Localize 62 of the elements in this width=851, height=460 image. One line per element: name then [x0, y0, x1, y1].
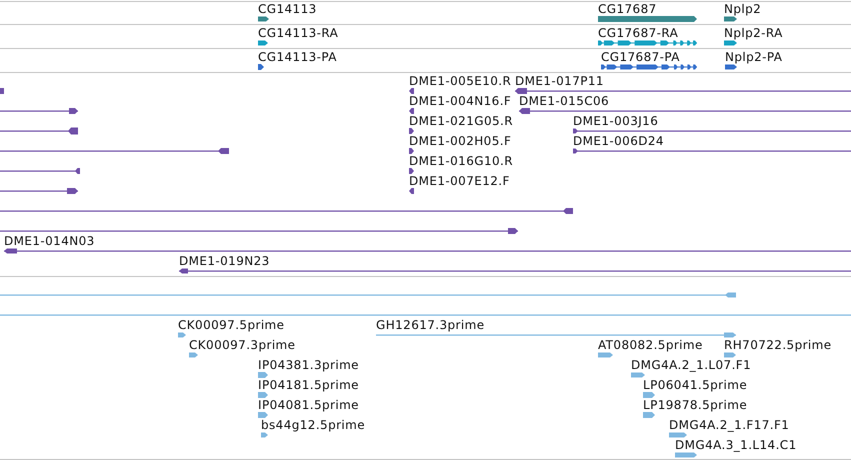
feature-label: GH12617.3prime — [376, 318, 485, 332]
feature-glyph[interactable] — [409, 108, 414, 114]
feature-label: DME1-003J16 — [573, 114, 658, 128]
feature-glyph[interactable] — [0, 208, 573, 214]
feature-glyph[interactable] — [0, 108, 78, 114]
feature-label: IP04381.3prime — [258, 358, 359, 372]
feature-label: DMG4A.3_1.L14.C1 — [675, 438, 797, 452]
feature-glyph[interactable] — [725, 64, 737, 70]
feature-glyph[interactable] — [573, 148, 851, 154]
feature-glyph[interactable] — [0, 188, 78, 194]
feature-label: DME1-015C06 — [519, 94, 610, 108]
feature-glyph[interactable] — [573, 128, 851, 134]
feature-glyph[interactable] — [258, 64, 264, 70]
feature-label: Nplp2-PA — [725, 50, 782, 64]
feature-label: AT08082.5prime — [598, 338, 703, 352]
feature-glyph[interactable] — [724, 40, 737, 46]
feature-label: DME1-006D24 — [573, 134, 664, 148]
feature-label: DME1-007E12.F — [409, 174, 510, 188]
feature-label: RH70722.5prime — [724, 338, 832, 352]
feature-label: CG14113-PA — [258, 50, 337, 64]
feature-glyph[interactable] — [724, 16, 737, 22]
feature-label: IP04181.5prime — [258, 378, 359, 392]
feature-label: DME1-004N16.F — [409, 94, 512, 108]
feature-glyph[interactable] — [409, 188, 414, 194]
feature-label: DMG4A.2_1.F17.F1 — [669, 418, 790, 432]
feature-glyph[interactable] — [409, 128, 414, 134]
feature-label: LP06041.5prime — [643, 378, 748, 392]
feature-label: IP04081.5prime — [258, 398, 359, 412]
feature-glyph[interactable] — [409, 148, 414, 154]
feature-glyph[interactable] — [258, 40, 268, 46]
feature-glyph[interactable] — [515, 88, 851, 94]
feature-label: CG17687 — [598, 2, 657, 16]
feature-label: Nplp2 — [724, 2, 762, 16]
feature-label: Nplp2-RA — [724, 26, 783, 40]
feature-glyph[interactable] — [598, 40, 697, 46]
feature-label: CK00097.3prime — [189, 338, 296, 352]
feature-label: CG17687-PA — [601, 50, 680, 64]
feature-glyph[interactable] — [0, 128, 78, 134]
feature-label: CG17687-RA — [598, 26, 678, 40]
feature-label: DME1-016G10.R — [409, 154, 513, 168]
feature-label: CG14113-RA — [258, 26, 338, 40]
feature-glyph[interactable] — [0, 148, 229, 154]
feature-label: DMG4A.2_1.L07.F1 — [631, 358, 752, 372]
feature-label: DME1-014N03 — [4, 234, 95, 248]
feature-glyph[interactable] — [179, 268, 851, 274]
feature-glyph[interactable] — [0, 168, 80, 174]
feature-label: CG14113 — [258, 2, 317, 16]
feature-label: bs44g12.5prime — [261, 418, 366, 432]
feature-label: LP19878.5prime — [643, 398, 748, 412]
feature-label: DME1-017P11 — [515, 74, 604, 88]
feature-label: CK00097.5prime — [178, 318, 284, 332]
feature-glyph[interactable] — [0, 228, 518, 234]
feature-glyph[interactable] — [519, 108, 851, 114]
feature-glyph[interactable] — [409, 168, 414, 174]
feature-glyph[interactable] — [409, 88, 414, 94]
feature-label: DME1-002H05.F — [409, 134, 512, 148]
feature-glyph[interactable] — [4, 248, 851, 254]
feature-label: DME1-019N23 — [179, 254, 270, 268]
feature-glyph[interactable] — [601, 64, 697, 70]
feature-label: DME1-021G05.R — [409, 114, 513, 128]
feature-label: DME1-005E10.R — [409, 74, 512, 88]
feature-glyph[interactable] — [258, 16, 269, 22]
